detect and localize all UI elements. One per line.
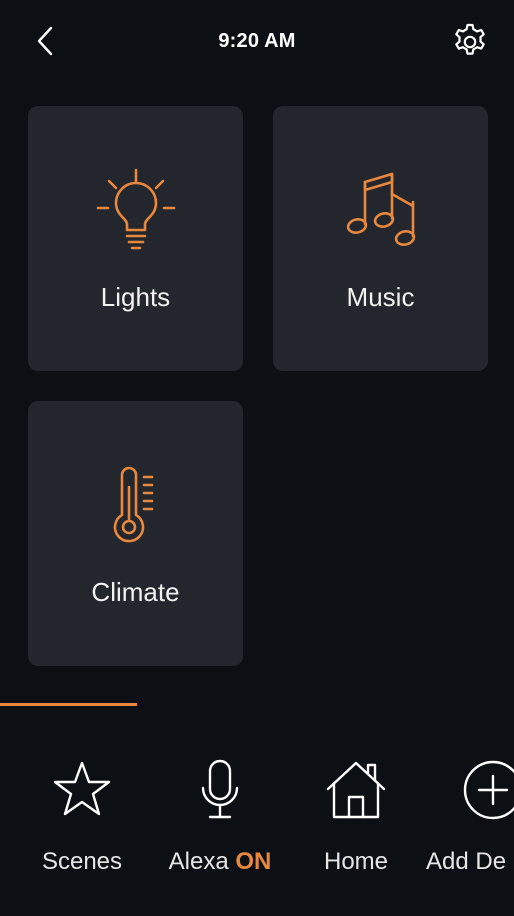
climate-label: Climate [91,577,180,607]
microphone-icon [158,750,282,830]
gear-icon [450,22,490,67]
clock-time: 9:20 AM [218,30,296,52]
thermometer-icon [28,463,243,547]
nav-add-device-button[interactable]: Add De [420,740,514,890]
climate-tile[interactable]: Climate [28,401,243,666]
alexa-label: Alexa ON [158,848,282,876]
add-device-label: Add De [426,848,507,875]
top-bar: 9:20 AM [0,0,514,90]
nav-alexa-button[interactable]: Alexa ON [158,740,282,890]
nav-scenes-button[interactable]: Scenes [22,740,142,890]
star-icon [22,750,142,830]
nav-home-button[interactable]: Home [296,740,416,890]
bottom-nav: Scenes Alexa ON Home Add De [0,740,514,916]
home-label: Home [323,848,389,875]
alexa-status: ON [235,848,272,875]
music-notes-icon [273,168,488,252]
scenes-label: Scenes [41,848,123,875]
lightbulb-icon [28,168,243,252]
settings-button[interactable] [448,22,492,66]
plus-circle-icon [462,750,514,830]
music-tile[interactable]: Music [273,106,488,371]
house-icon [296,750,416,830]
page-indicator [0,703,137,706]
music-label: Music [346,282,415,312]
alexa-name: Alexa [168,848,229,875]
lights-tile[interactable]: Lights [28,106,243,371]
lights-label: Lights [100,282,171,312]
smart-home-screen: 9:20 AM Lights Music Climate Scenes Alex… [0,0,514,916]
